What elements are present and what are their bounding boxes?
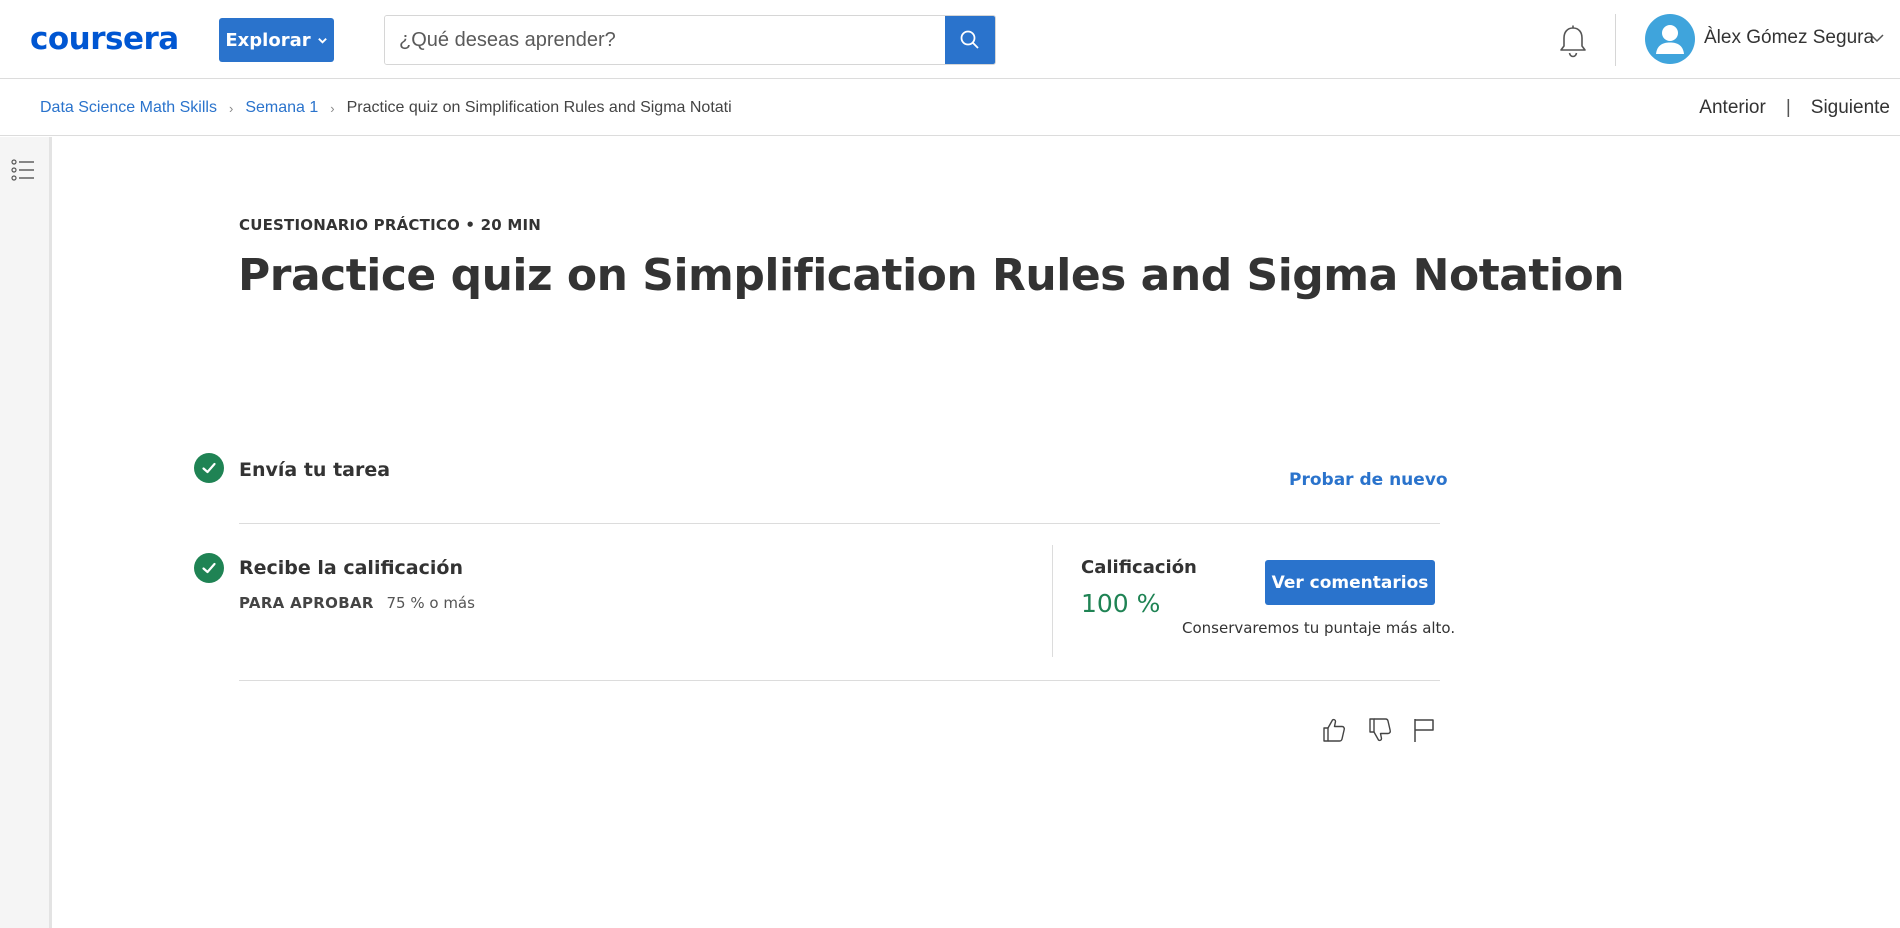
user-name[interactable]: Àlex Gómez Segura xyxy=(1704,27,1874,49)
flag-icon[interactable] xyxy=(1410,716,1438,744)
grade-label: Calificación xyxy=(1081,557,1197,578)
breadcrumb-current: Practice quiz on Simplification Rules an… xyxy=(346,99,732,116)
pass-value: 75 % o más xyxy=(386,594,475,612)
breadcrumb-week-link[interactable]: Semana 1 xyxy=(245,99,318,117)
previous-link[interactable]: Anterior xyxy=(1699,97,1766,119)
pass-label: PARA APROBAR xyxy=(239,594,374,612)
bell-icon[interactable] xyxy=(1556,24,1590,60)
header-divider xyxy=(1615,14,1616,66)
chevron-down-icon[interactable] xyxy=(1870,33,1884,43)
item-type-label: CUESTIONARIO PRÁCTICO • 20 MIN xyxy=(239,216,541,234)
user-avatar-icon[interactable] xyxy=(1645,14,1695,64)
try-again-link[interactable]: Probar de nuevo xyxy=(1289,470,1448,490)
search-input[interactable] xyxy=(385,16,947,64)
page-title: Practice quiz on Simplification Rules an… xyxy=(238,250,1625,301)
table-of-contents-icon[interactable] xyxy=(11,159,35,181)
check-circle-icon xyxy=(194,453,224,483)
breadcrumb: Data Science Math Skills › Semana 1 › Pr… xyxy=(40,80,732,136)
breadcrumb-bar: Data Science Math Skills › Semana 1 › Pr… xyxy=(0,80,1900,136)
next-link[interactable]: Siguiente xyxy=(1811,97,1890,119)
search-icon xyxy=(960,30,979,49)
side-rail xyxy=(0,137,52,928)
highest-score-note: Conservaremos tu puntaje más alto. xyxy=(1182,619,1456,637)
divider xyxy=(239,680,1440,681)
explore-button[interactable]: Explorar xyxy=(219,18,334,62)
top-header: coursera Explorar Àlex Gómez Segura xyxy=(0,0,1900,79)
grade-value: 100 % xyxy=(1081,589,1161,618)
chevron-right-icon: › xyxy=(228,100,234,116)
search-button[interactable] xyxy=(945,16,995,64)
explore-label: Explorar xyxy=(225,29,311,51)
thumbs-up-icon[interactable] xyxy=(1320,716,1348,744)
grade-divider xyxy=(1052,545,1053,657)
coursera-logo[interactable]: coursera xyxy=(30,22,179,56)
chevron-down-icon xyxy=(317,37,327,44)
search-bar xyxy=(384,15,996,65)
nav-separator: | xyxy=(1785,97,1791,118)
step-submit-title: Envía tu tarea xyxy=(239,459,391,481)
step-grade-title: Recibe la calificación xyxy=(239,557,463,579)
divider xyxy=(239,523,1440,524)
breadcrumb-course-link[interactable]: Data Science Math Skills xyxy=(40,99,217,117)
chevron-right-icon: › xyxy=(330,100,335,116)
thumbs-down-icon[interactable] xyxy=(1366,716,1394,744)
item-navigation: Anterior | Siguiente xyxy=(1699,80,1890,136)
view-feedback-button[interactable]: Ver comentarios xyxy=(1265,560,1435,605)
passing-requirement: PARA APROBAR 75 % o más xyxy=(239,594,475,612)
check-circle-icon xyxy=(194,553,224,583)
